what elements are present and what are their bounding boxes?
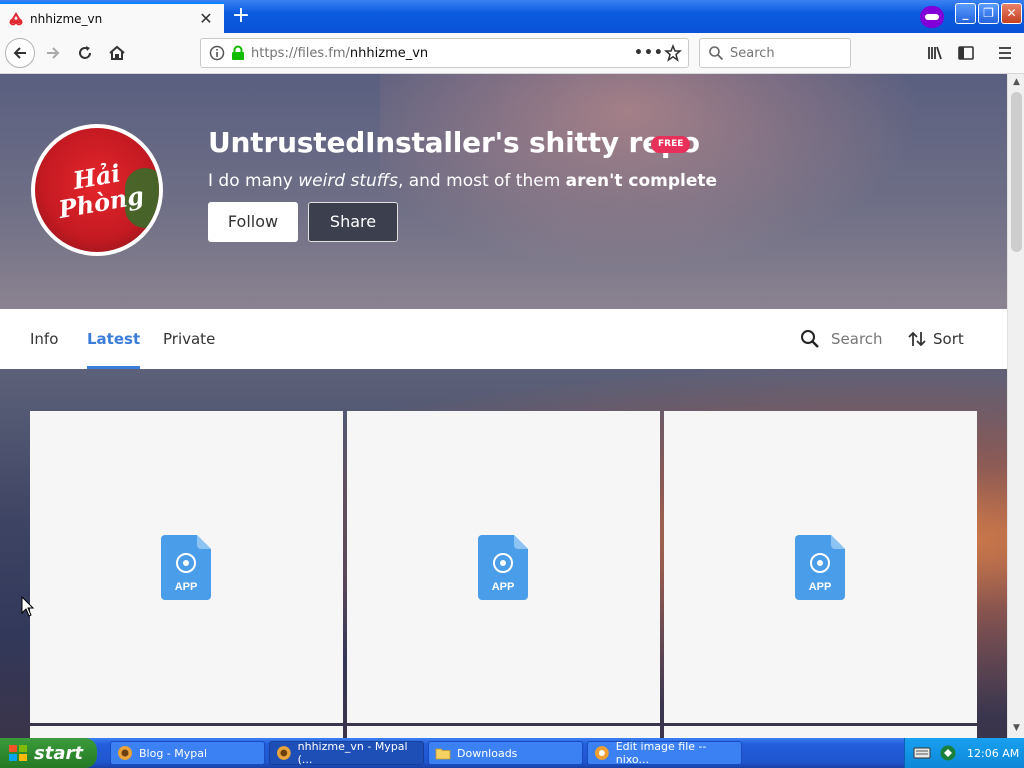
- content-tabs-bar: Info Latest Private Sort: [0, 309, 1007, 369]
- desc-emphasis: weird stuffs: [298, 171, 398, 191]
- url-prefix: https://files.fm/: [251, 45, 350, 61]
- tab-private[interactable]: Private: [163, 309, 215, 369]
- start-label: start: [34, 742, 83, 764]
- private-mask-icon: [920, 6, 944, 28]
- file-card-next-row[interactable]: [664, 726, 977, 738]
- forward-button[interactable]: [38, 38, 68, 68]
- browser-search-bar[interactable]: [699, 38, 851, 68]
- folder-icon: [435, 748, 451, 760]
- repo-title: UntrustedInstaller's shitty repo: [208, 126, 700, 159]
- lock-icon: [232, 45, 244, 60]
- minimize-button[interactable]: _: [955, 3, 976, 24]
- network-icon[interactable]: [939, 744, 957, 762]
- repo-description: I do many weird stuffs, and most of them…: [208, 171, 717, 191]
- taskbar-item-label: Downloads: [457, 746, 518, 760]
- taskbar-item[interactable]: nhhizme_vn - Mypal (...: [269, 740, 424, 766]
- new-tab-button[interactable]: +: [230, 5, 252, 28]
- file-card[interactable]: APP: [664, 411, 977, 723]
- browser-tab-bar: nhhizme_vn ✕ + _ ❐ ✕: [0, 0, 1024, 33]
- browser-tab-title: nhhizme_vn: [30, 11, 103, 26]
- navigation-toolbar: https://files.fm/nhhizme_vn •••: [0, 33, 1024, 74]
- app-file-icon: APP: [795, 535, 845, 600]
- library-button[interactable]: [920, 38, 950, 68]
- mypal-browser-icon: [276, 746, 291, 760]
- sort-icon[interactable]: [907, 329, 927, 349]
- file-grid: APP APP APP: [30, 411, 977, 738]
- file-card[interactable]: APP: [30, 411, 343, 723]
- info-icon[interactable]: [209, 45, 225, 61]
- desc-part-2: , and most of them: [397, 171, 566, 191]
- scrollbar-thumb[interactable]: [1011, 92, 1022, 252]
- url-text[interactable]: https://files.fm/nhhizme_vn: [251, 46, 634, 61]
- profile-avatar[interactable]: Hải Phòng: [31, 124, 163, 256]
- taskbar-item-label: nhhizme_vn - Mypal (...: [297, 740, 408, 766]
- header-background-glow: [380, 74, 1000, 314]
- url-path: nhhizme_vn: [349, 45, 429, 61]
- browser-search-input[interactable]: [730, 45, 840, 61]
- system-tray: 12:06 AM: [904, 738, 1024, 768]
- web-page: Hải Phòng UntrustedInstaller's shitty re…: [0, 74, 1007, 738]
- home-icon: [109, 45, 125, 60]
- reload-icon: [79, 46, 91, 59]
- home-button[interactable]: [102, 38, 132, 68]
- back-arrow-icon: [13, 47, 26, 59]
- desc-bold: aren't complete: [565, 171, 718, 191]
- windows-taskbar: start Blog - Mypal nhhizme_vn - Mypal (.…: [0, 738, 1024, 768]
- free-badge: FREE: [651, 136, 691, 153]
- reload-button[interactable]: [70, 38, 100, 68]
- search-icon[interactable]: [800, 329, 820, 349]
- hamburger-menu-button[interactable]: [990, 38, 1020, 68]
- hamburger-menu-icon: [999, 47, 1011, 59]
- taskbar-item-label: Blog - Mypal: [139, 746, 208, 760]
- share-button[interactable]: Share: [308, 202, 398, 242]
- vertical-scrollbar[interactable]: ▲ ▼: [1007, 74, 1024, 738]
- forward-arrow-icon: [47, 47, 60, 59]
- file-type-label: APP: [492, 581, 515, 593]
- taskbar-item[interactable]: Downloads: [428, 741, 583, 765]
- tab-latest[interactable]: Latest: [87, 309, 141, 369]
- image-editor-icon: [594, 746, 609, 760]
- sidebar-button[interactable]: [951, 38, 981, 68]
- url-bar[interactable]: https://files.fm/nhhizme_vn •••: [200, 38, 689, 68]
- files-fm-favicon-icon: [9, 11, 23, 25]
- maximize-button[interactable]: ❐: [978, 3, 999, 24]
- search-icon: [709, 46, 724, 61]
- windows-flag-icon: [9, 745, 27, 761]
- clock[interactable]: 12:06 AM: [967, 747, 1019, 760]
- browser-tab[interactable]: nhhizme_vn ✕: [0, 2, 224, 33]
- taskbar-item[interactable]: Edit image file -- nixo...: [587, 740, 742, 766]
- file-search-input[interactable]: [831, 330, 901, 348]
- taskbar-item-label: Edit image file -- nixo...: [615, 740, 707, 766]
- start-button[interactable]: start: [0, 738, 97, 768]
- file-card-next-row[interactable]: [30, 726, 343, 738]
- file-card[interactable]: APP: [347, 411, 660, 723]
- back-button[interactable]: [5, 38, 35, 68]
- follow-button[interactable]: Follow: [208, 202, 298, 242]
- file-type-label: APP: [809, 581, 832, 593]
- sidebar-icon: [958, 46, 974, 60]
- mouse-cursor-icon: [21, 596, 35, 617]
- close-window-button[interactable]: ✕: [1001, 3, 1022, 24]
- sort-button[interactable]: Sort: [933, 309, 964, 369]
- taskbar-item[interactable]: Blog - Mypal: [110, 741, 265, 765]
- app-file-icon: APP: [161, 535, 211, 600]
- file-card-next-row[interactable]: [347, 726, 660, 738]
- scroll-up-arrow-icon[interactable]: ▲: [1010, 76, 1023, 89]
- tab-info[interactable]: Info: [30, 309, 58, 369]
- mypal-browser-icon: [118, 746, 132, 760]
- page-actions-icon[interactable]: •••: [634, 45, 663, 61]
- file-type-label: APP: [175, 581, 198, 593]
- bookmark-star-icon[interactable]: [664, 44, 682, 62]
- keyboard-icon[interactable]: [913, 746, 931, 760]
- library-icon: [928, 46, 942, 60]
- close-tab-icon[interactable]: ✕: [198, 10, 214, 27]
- app-file-icon: APP: [478, 535, 528, 600]
- scroll-down-arrow-icon[interactable]: ▼: [1010, 722, 1023, 735]
- desc-part-1: I do many: [208, 171, 299, 191]
